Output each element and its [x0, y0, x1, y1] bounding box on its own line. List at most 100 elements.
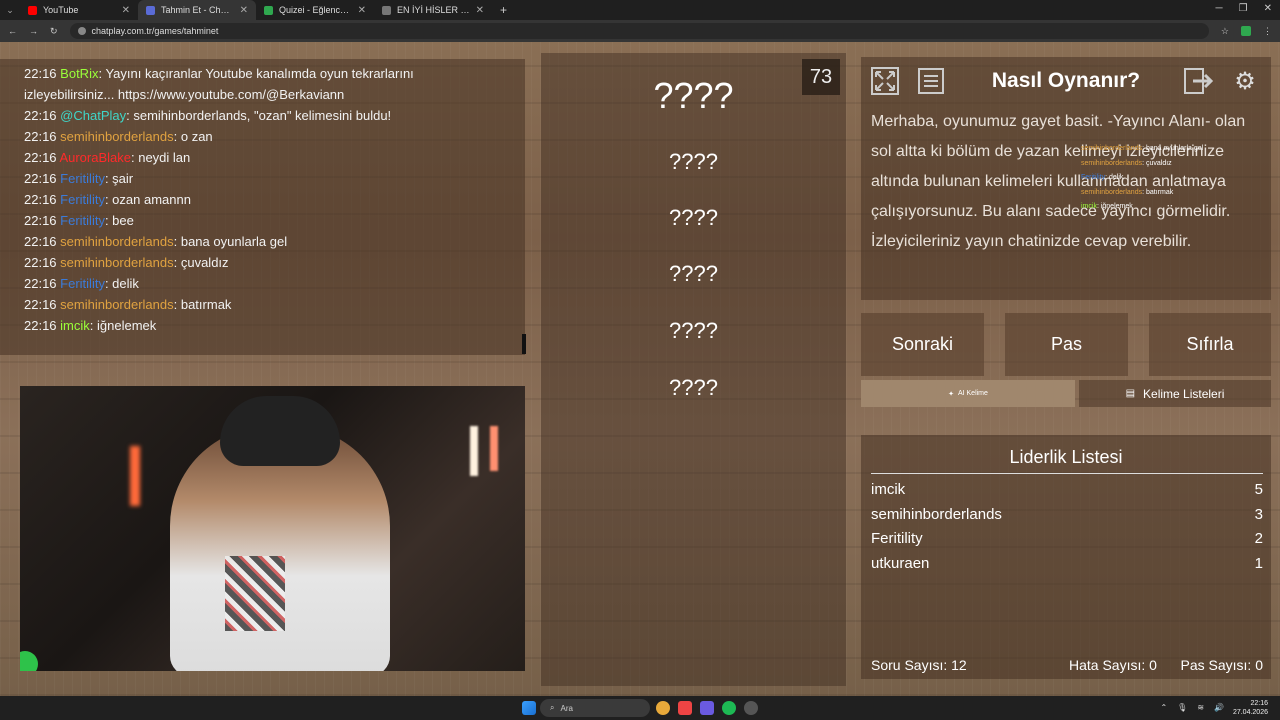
tab-list-icon[interactable]: ⌄	[0, 5, 20, 16]
player-score: 2	[1254, 530, 1263, 547]
quizei-icon	[264, 5, 273, 15]
close-icon[interactable]: ✕	[476, 5, 484, 16]
overlay-username: semihinborderlands	[1081, 159, 1143, 167]
ai-word-label: AI Kelime	[957, 390, 988, 397]
system-tray: ⌃ 🎙 ≋ 🔊	[1160, 703, 1224, 712]
extension-icon[interactable]	[1241, 26, 1251, 36]
tab-label: YouTube	[43, 5, 79, 15]
address-bar-row: ← → ↻ chatplay.com.tr/games/tahminet ☆ ⋮	[0, 20, 1280, 42]
word-lists-button[interactable]: ▤ Kelime Listeleri	[1079, 380, 1271, 407]
discord-icon[interactable]	[700, 701, 714, 715]
chat-username[interactable]: semihinborderlands	[60, 297, 173, 312]
tab-quizei[interactable]: Quizei - Eğlenceli ve etkileşimli... ✕	[256, 0, 374, 20]
streamer-head	[220, 396, 340, 466]
chat-timestamp: 22:16	[24, 129, 57, 144]
how-to-play-text: Merhaba, oyunumuz gayet basit. -Yayıncı …	[871, 113, 1246, 250]
microphone-icon[interactable]: 🎙	[1177, 703, 1187, 712]
reload-icon[interactable]: ↻	[50, 26, 58, 37]
close-icon[interactable]: ✕	[122, 5, 130, 16]
url-field[interactable]: chatplay.com.tr/games/tahminet	[69, 23, 1209, 39]
maximize-icon[interactable]: ❐	[1239, 3, 1248, 14]
volume-icon[interactable]: 🔊	[1214, 703, 1224, 712]
close-icon[interactable]: ✕	[358, 5, 366, 16]
tierlist-icon	[382, 5, 391, 15]
close-icon[interactable]: ✕	[240, 5, 248, 16]
chat-username[interactable]: semihinborderlands	[60, 234, 173, 249]
chrome-icon[interactable]	[656, 701, 670, 715]
chat-scrollbar[interactable]	[522, 334, 526, 354]
overlay-message: semihinborderlands: batırmak	[1081, 186, 1203, 201]
chat-text: : ozan amannn	[104, 192, 191, 207]
taskbar-clock[interactable]: 22:16 27.04.2026	[1233, 699, 1268, 717]
overlay-text: : çuvaldız	[1142, 159, 1172, 167]
chat-text: : delik	[104, 276, 139, 291]
chat-username[interactable]: semihinborderlands	[60, 255, 173, 270]
game-page: 22:16 BotRix: Yayını kaçıranlar Youtube …	[0, 42, 1280, 696]
chat-timestamp: 22:16	[24, 318, 57, 333]
next-button[interactable]: Sonraki	[861, 313, 984, 376]
forbidden-word: ????	[669, 318, 718, 343]
chat-message: 22:16 semihinborderlands: çuvaldız	[24, 252, 501, 273]
chat-text: : çuvaldız	[173, 255, 229, 270]
forward-icon[interactable]: →	[29, 26, 38, 36]
leaderboard-row: Feritility 2	[871, 530, 1263, 547]
chat-username[interactable]: Feritility	[60, 192, 105, 207]
player-name: imcik	[871, 481, 906, 498]
tab-label: Tahmin Et - ChatPlay	[161, 5, 234, 15]
chat-text: : şair	[104, 171, 134, 186]
tab-tierlist[interactable]: EN İYİ HİSLER - Tier List | Kör Sı... ✕	[374, 0, 492, 20]
clock-time: 22:16	[1250, 700, 1268, 707]
chat-panel: 22:16 BotRix: Yayını kaçıranlar Youtube …	[0, 59, 525, 355]
chat-username[interactable]: BotRix	[60, 66, 98, 81]
tab-youtube[interactable]: YouTube ✕	[20, 0, 138, 20]
chat-username[interactable]: Feritility	[60, 276, 105, 291]
exit-icon[interactable]	[1183, 65, 1215, 97]
wifi-icon[interactable]: ≋	[1197, 703, 1204, 712]
windows-start-icon[interactable]	[522, 701, 536, 715]
chat-timestamp: 22:16	[24, 150, 57, 165]
error-count: Hata Sayısı: 0	[1069, 657, 1157, 673]
reset-button[interactable]: Sıfırla	[1149, 313, 1271, 376]
chat-username[interactable]: AuroraBlake	[59, 150, 131, 165]
ai-word-button[interactable]: ✦ AI Kelime	[861, 380, 1075, 407]
overlay-text: : batırmak	[1142, 188, 1174, 196]
chat-message: 22:16 Feritility: şair	[24, 168, 501, 189]
spotify-icon[interactable]	[722, 701, 736, 715]
pass-button[interactable]: Pas	[1005, 313, 1128, 376]
player-name: utkuraen	[871, 555, 930, 572]
window-controls: ─ ❐ ✕	[1216, 3, 1272, 14]
overlay-username: semihinborderlands	[1081, 145, 1143, 152]
back-icon[interactable]: ←	[8, 26, 17, 36]
close-window-icon[interactable]: ✕	[1264, 3, 1272, 14]
chat-message: 22:16 Feritility: ozan amannn	[24, 189, 501, 210]
menu-icon[interactable]: ⋮	[1263, 26, 1272, 37]
question-count: Soru Sayısı: 12	[871, 657, 967, 673]
brave-icon[interactable]	[678, 701, 692, 715]
player-score: 1	[1254, 555, 1263, 572]
minimize-icon[interactable]: ─	[1216, 3, 1223, 14]
overlay-username: imcik	[1081, 203, 1097, 210]
tab-label: Quizei - Eğlenceli ve etkileşimli...	[279, 5, 352, 15]
tab-tahminet[interactable]: Tahmin Et - ChatPlay ✕	[138, 0, 256, 20]
obs-icon[interactable]	[744, 701, 758, 715]
chat-username[interactable]: @ChatPlay	[60, 108, 126, 123]
chevron-up-icon[interactable]: ⌃	[1160, 703, 1167, 712]
chat-username[interactable]: imcik	[60, 318, 90, 333]
search-label: Ara	[560, 703, 573, 713]
leaderboard-row: semihinborderlands 3	[871, 506, 1263, 523]
chat-username[interactable]: semihinborderlands	[60, 129, 173, 144]
gear-icon[interactable]: ⚙	[1229, 65, 1261, 97]
chat-username[interactable]: Feritility	[60, 213, 105, 228]
forbidden-word: ????	[669, 149, 718, 174]
chat-text: : o zan	[173, 129, 213, 144]
chat-timestamp: 22:16	[24, 66, 57, 81]
background-light	[470, 426, 478, 476]
new-tab-button[interactable]: +	[492, 3, 515, 17]
chat-username[interactable]: Feritility	[60, 171, 105, 186]
site-info-icon[interactable]	[77, 27, 86, 35]
bookmark-star-icon[interactable]: ☆	[1221, 26, 1229, 37]
list-icon: ▤	[1125, 388, 1136, 399]
taskbar-search[interactable]: ⌕ Ara	[540, 699, 650, 717]
forbidden-word: ????	[669, 205, 718, 230]
leaderboard-panel: Liderlik Listesi imcik 5 semihinborderlan…	[861, 435, 1271, 679]
